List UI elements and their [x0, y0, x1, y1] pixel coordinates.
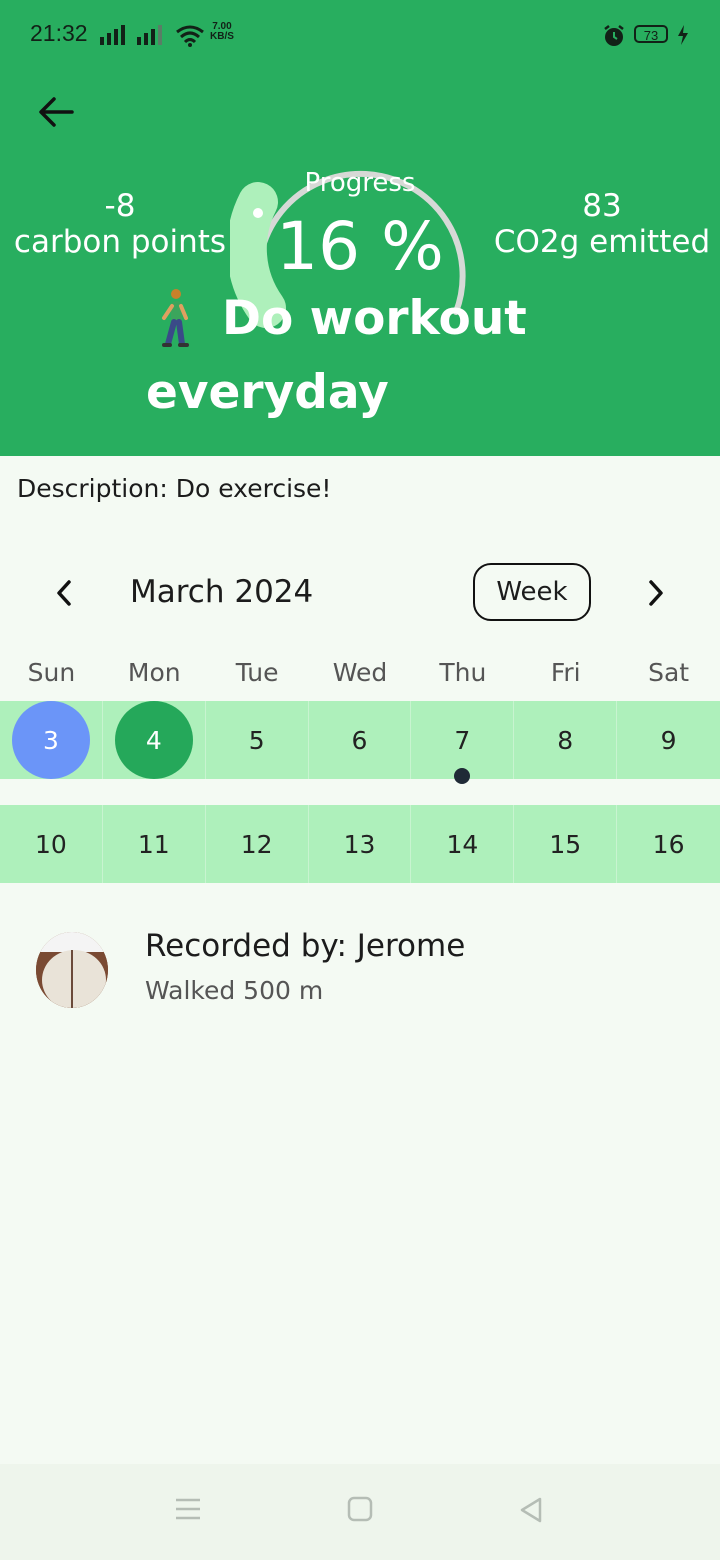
- walking-person-icon: [162, 289, 189, 347]
- goal-title: Do workout everyday: [146, 291, 527, 420]
- battery-icon: 73: [634, 25, 668, 43]
- weekday-label: Fri: [550, 658, 581, 687]
- back-arrow-icon[interactable]: [36, 94, 76, 130]
- day-number: 5: [248, 725, 265, 755]
- week-view-button[interactable]: Week: [473, 563, 591, 621]
- charging-icon: [678, 25, 688, 45]
- calendar-header: March 2024 Week: [0, 560, 720, 626]
- day-number: 4: [145, 725, 162, 755]
- day-number: 15: [549, 829, 582, 859]
- signal-icon-2: [137, 25, 162, 45]
- weekday-label: Sat: [648, 658, 690, 687]
- day-number: 3: [42, 725, 59, 755]
- weekday-label: Sun: [27, 658, 76, 687]
- progress-label: Progress: [304, 168, 416, 198]
- calendar-day[interactable]: 11: [102, 805, 206, 883]
- calendar-day-today[interactable]: 3: [0, 701, 103, 779]
- calendar-day[interactable]: 5: [205, 701, 309, 779]
- home-icon[interactable]: [347, 1496, 373, 1522]
- weekday-label: Tue: [235, 658, 279, 687]
- month-title: March 2024: [130, 574, 314, 610]
- next-month-icon[interactable]: [644, 578, 668, 608]
- status-time: 21:32: [30, 20, 88, 46]
- day-number: 6: [351, 725, 368, 755]
- activity-record[interactable]: Recorded by: Jerome Walked 500 m: [0, 920, 720, 1020]
- calendar-day[interactable]: 6: [308, 701, 412, 779]
- alarm-icon: [604, 25, 624, 46]
- carbon-points-label: carbon points: [13, 224, 227, 260]
- photo-thumbnail: [36, 932, 108, 1008]
- calendar-day[interactable]: 14: [411, 805, 515, 883]
- signal-icon: [100, 25, 125, 45]
- system-navigation-bar: [0, 1464, 720, 1560]
- carbon-points-stat: -8 carbon points: [10, 188, 230, 260]
- day-number: 12: [240, 829, 273, 859]
- weekday-label: Mon: [127, 658, 181, 687]
- day-number: 9: [660, 725, 677, 755]
- goal-title-row: Do workout everyday: [146, 282, 706, 430]
- calendar-week-row: 3 4 5 6 7 8 9: [0, 701, 720, 779]
- calendar-day[interactable]: 10: [0, 805, 103, 883]
- progress-value: 16 %: [276, 208, 444, 285]
- carbon-points-value: -8: [104, 188, 136, 224]
- status-bar: 21:32 7.00 KB/S 73: [0, 0, 720, 72]
- menu-icon[interactable]: [174, 1496, 202, 1522]
- calendar-day[interactable]: 15: [514, 805, 618, 883]
- weekday-label: Wed: [332, 658, 388, 687]
- day-number: 11: [137, 829, 170, 859]
- co2-value: 83: [582, 188, 622, 224]
- goal-header: -8 carbon points Progress 16 % 83 CO2g e…: [0, 72, 720, 456]
- weekday-label: Thu: [439, 658, 487, 687]
- day-number: 16: [652, 829, 685, 859]
- calendar-week-row: 10 11 12 13 14 15 16: [0, 805, 720, 883]
- day-number: 13: [343, 829, 376, 859]
- goal-description: Description: Do exercise!: [17, 474, 332, 503]
- day-number: 14: [446, 829, 479, 859]
- weekday-header: Sun Mon Tue Wed Thu Fri Sat: [0, 658, 720, 698]
- calendar-day[interactable]: 9: [617, 701, 720, 779]
- calendar-day[interactable]: 12: [205, 805, 309, 883]
- back-triangle-icon[interactable]: [518, 1496, 544, 1524]
- wifi-icon: [176, 25, 204, 47]
- calendar-day-selected[interactable]: 4: [102, 701, 206, 779]
- day-number: 10: [35, 829, 67, 859]
- record-title: Recorded by: Jerome: [145, 928, 466, 964]
- day-number: 8: [557, 725, 574, 755]
- calendar-day[interactable]: 13: [308, 805, 412, 883]
- previous-month-icon[interactable]: [52, 578, 76, 608]
- calendar-day[interactable]: 8: [514, 701, 618, 779]
- co2-label: CO2g emitted: [493, 224, 711, 260]
- speed-unit: KB/S: [210, 31, 234, 42]
- event-indicator-dot: [454, 768, 470, 784]
- calendar-day[interactable]: 16: [617, 805, 720, 883]
- record-photo-avatar[interactable]: [36, 932, 108, 1008]
- record-subtitle: Walked 500 m: [145, 976, 324, 1005]
- network-speed: 7.00 KB/S: [210, 22, 234, 42]
- co2-stat: 83 CO2g emitted: [492, 188, 712, 260]
